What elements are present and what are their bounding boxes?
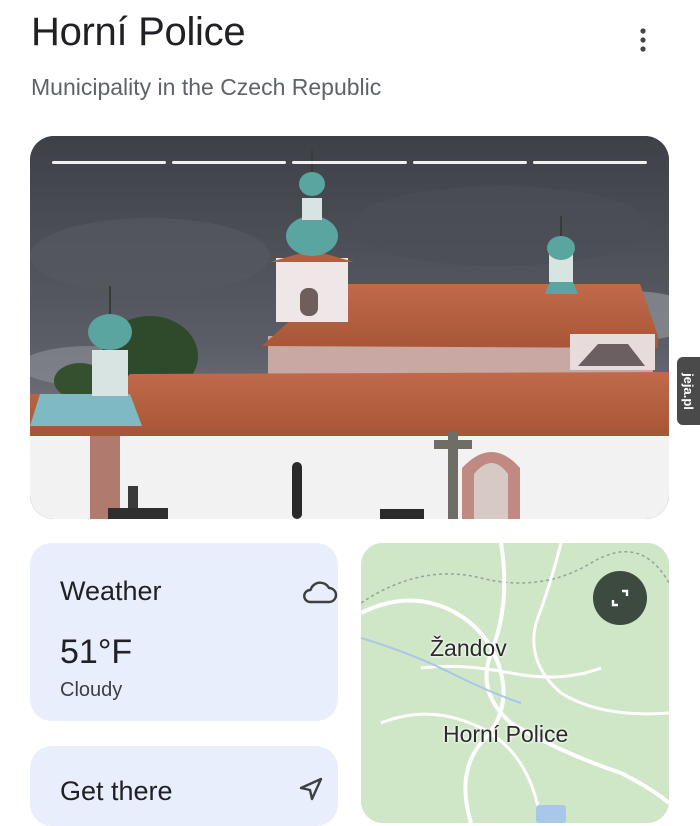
progress-segment — [532, 161, 648, 164]
progress-segment — [292, 161, 407, 164]
progress-segment — [412, 161, 527, 164]
map-place-label: Horní Police — [443, 721, 569, 747]
weather-temperature: 51°F — [60, 633, 133, 671]
map-card[interactable]: Žandov Horní Police — [361, 543, 669, 823]
hero-photo-carousel[interactable] — [30, 136, 669, 519]
page-title: Horní Police — [31, 10, 246, 54]
directions-card[interactable]: Get there — [30, 746, 338, 826]
watermark-text: jeja.pl — [681, 372, 697, 410]
more-options-button[interactable] — [626, 20, 660, 60]
watermark-badge: jeja.pl — [677, 357, 700, 425]
progress-segment — [52, 161, 167, 164]
church-photo — [30, 136, 669, 519]
weather-card[interactable]: Weather 51°F Cloudy — [30, 543, 338, 721]
carousel-progress — [52, 161, 648, 165]
cloud-icon — [303, 581, 338, 604]
directions-icon — [299, 777, 323, 801]
expand-map-button[interactable] — [593, 571, 647, 625]
map-place-label: Žandov — [430, 635, 507, 661]
directions-label: Get there — [60, 776, 173, 806]
progress-segment — [172, 161, 287, 164]
more-vert-icon — [640, 28, 646, 52]
weather-label: Weather — [60, 576, 162, 606]
expand-icon — [611, 589, 629, 607]
weather-condition: Cloudy — [60, 679, 123, 701]
page-subtitle: Municipality in the Czech Republic — [31, 74, 382, 100]
